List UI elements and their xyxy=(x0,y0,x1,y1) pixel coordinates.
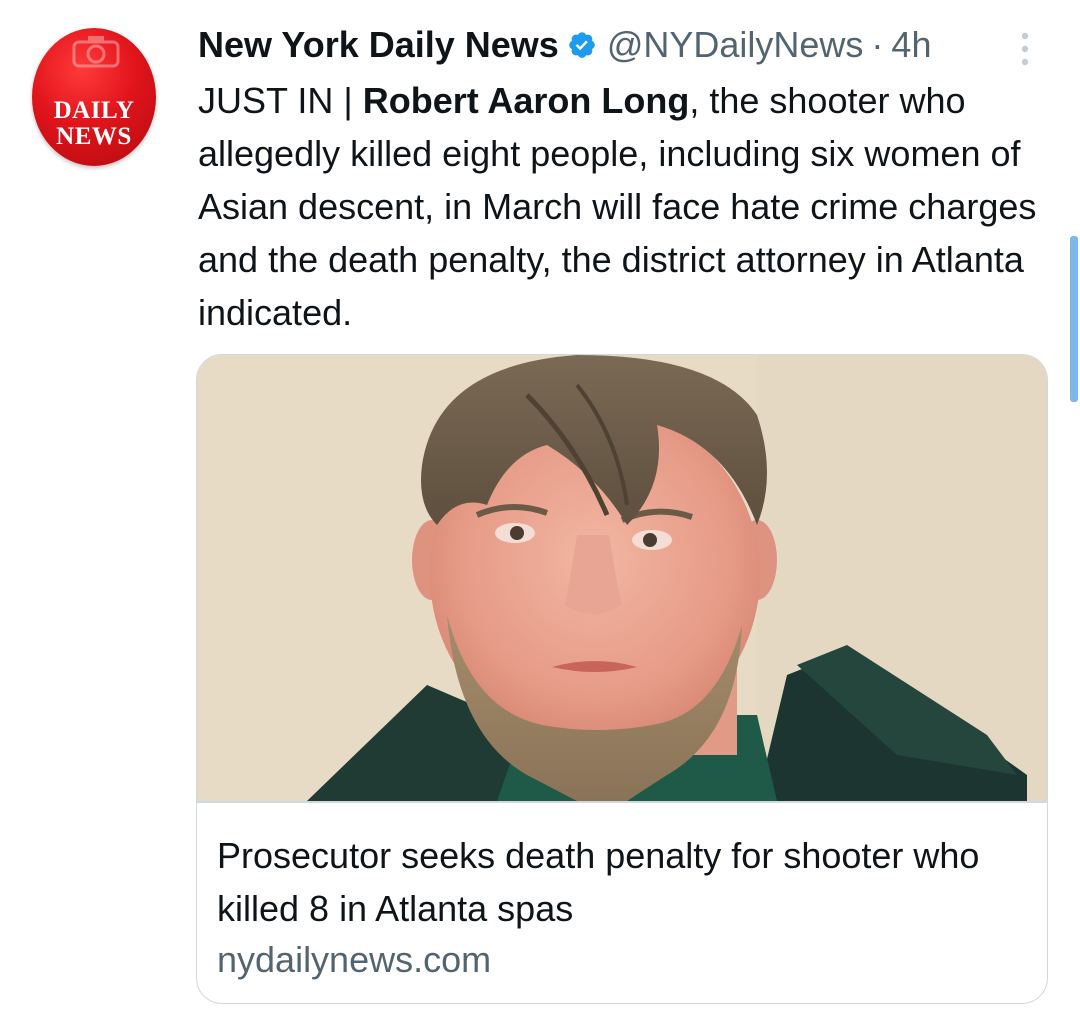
separator-dot: · xyxy=(871,24,884,65)
display-name[interactable]: New York Daily News xyxy=(198,24,559,66)
mugshot-illustration xyxy=(197,355,1047,801)
user-handle[interactable]: @NYDailyNews xyxy=(607,24,864,66)
profile-avatar[interactable]: DAILY NEWS xyxy=(32,28,156,166)
tweet-prefix: JUST IN | xyxy=(198,80,363,121)
tweet-text: JUST IN | Robert Aaron Long, the shooter… xyxy=(198,74,1048,339)
tweet-timestamp[interactable]: 4h xyxy=(891,24,931,66)
scrollbar-thumb[interactable] xyxy=(1070,236,1078,402)
verified-badge-icon xyxy=(569,32,595,58)
avatar-logo-text-line1: DAILY xyxy=(53,97,135,124)
tweet-header: New York Daily News @NYDailyNews · 4h xyxy=(198,22,931,68)
tweet-bold-name: Robert Aaron Long xyxy=(362,80,690,121)
card-photo[interactable] xyxy=(197,355,1047,801)
card-headline[interactable]: Prosecutor seeks death penalty for shoot… xyxy=(217,829,1027,935)
avatar-logo-text-line2: NEWS xyxy=(56,123,132,150)
card-domain[interactable]: nydailynews.com xyxy=(217,937,491,983)
card-divider xyxy=(197,801,1047,803)
camera-logo-icon xyxy=(72,36,120,68)
link-preview-card[interactable]: Prosecutor seeks death penalty for shoot… xyxy=(196,354,1048,1004)
more-options-icon[interactable] xyxy=(1014,30,1036,70)
